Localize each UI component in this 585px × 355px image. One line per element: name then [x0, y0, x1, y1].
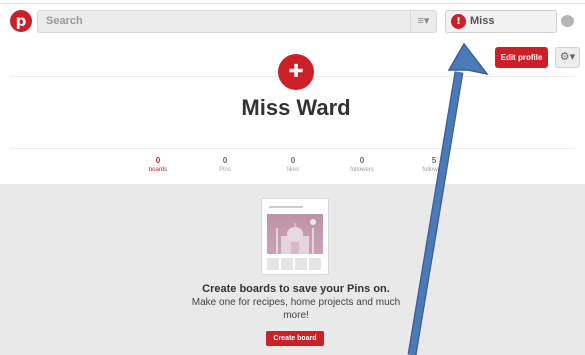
stat-value: 0: [359, 156, 365, 165]
search-input[interactable]: Search: [46, 15, 83, 27]
stat-label: following: [422, 167, 446, 173]
taj-mahal-icon: [276, 219, 316, 254]
top-border: [0, 0, 585, 4]
stat-value: 0: [290, 156, 296, 165]
card-title-bar: [269, 206, 303, 208]
empty-state-title: Create boards to save your Pins on.: [202, 283, 390, 295]
stat-label: Pins: [219, 167, 231, 173]
stat-value: 0: [222, 156, 228, 165]
stat-label: likes: [286, 167, 299, 173]
user-menu-button[interactable]: ! Miss: [445, 10, 557, 33]
stat-label: followers: [350, 167, 374, 173]
messages-icon[interactable]: [561, 15, 574, 27]
search-bar[interactable]: Search ≡▾: [37, 10, 437, 33]
pinterest-logo-icon[interactable]: p: [10, 10, 32, 32]
stat-likes[interactable]: 0 likes: [263, 156, 323, 173]
profile-avatar-pin-icon: ✚: [278, 54, 314, 90]
create-board-button[interactable]: Create board: [266, 331, 324, 346]
top-navigation-bar: p Search ≡▾ ! Miss: [0, 0, 585, 42]
user-name-label: Miss: [470, 15, 495, 27]
empty-state-description: Make one for recipes, home projects and …: [191, 297, 401, 321]
stat-following[interactable]: 5 following: [404, 156, 464, 173]
arrow-head: [447, 42, 489, 76]
profile-name: Miss Ward: [241, 95, 351, 120]
settings-gear-icon[interactable]: ⚙▾: [555, 47, 580, 68]
board-placeholder-card: [261, 198, 329, 275]
card-thumbnail: [281, 258, 293, 270]
taj-mahal-image: [267, 214, 323, 254]
stat-value: 0: [155, 156, 161, 165]
stat-followers[interactable]: 0 followers: [332, 156, 392, 173]
card-thumbnail: [267, 258, 279, 270]
card-thumbnail: [309, 258, 321, 270]
stat-value: 5: [431, 156, 437, 165]
stat-boards[interactable]: 0 boards: [128, 156, 188, 173]
search-menu-icon[interactable]: ≡▾: [410, 11, 436, 32]
card-thumbnail: [295, 258, 307, 270]
stats-divider: [10, 148, 575, 149]
stat-label: boards: [148, 167, 168, 173]
profile-stats: 0 boards 0 Pins 0 likes 0 followers 5 fo…: [120, 156, 450, 178]
edit-profile-button[interactable]: Edit profile: [495, 47, 548, 68]
stat-pins[interactable]: 0 Pins: [195, 156, 255, 173]
user-avatar-icon: !: [451, 14, 466, 29]
